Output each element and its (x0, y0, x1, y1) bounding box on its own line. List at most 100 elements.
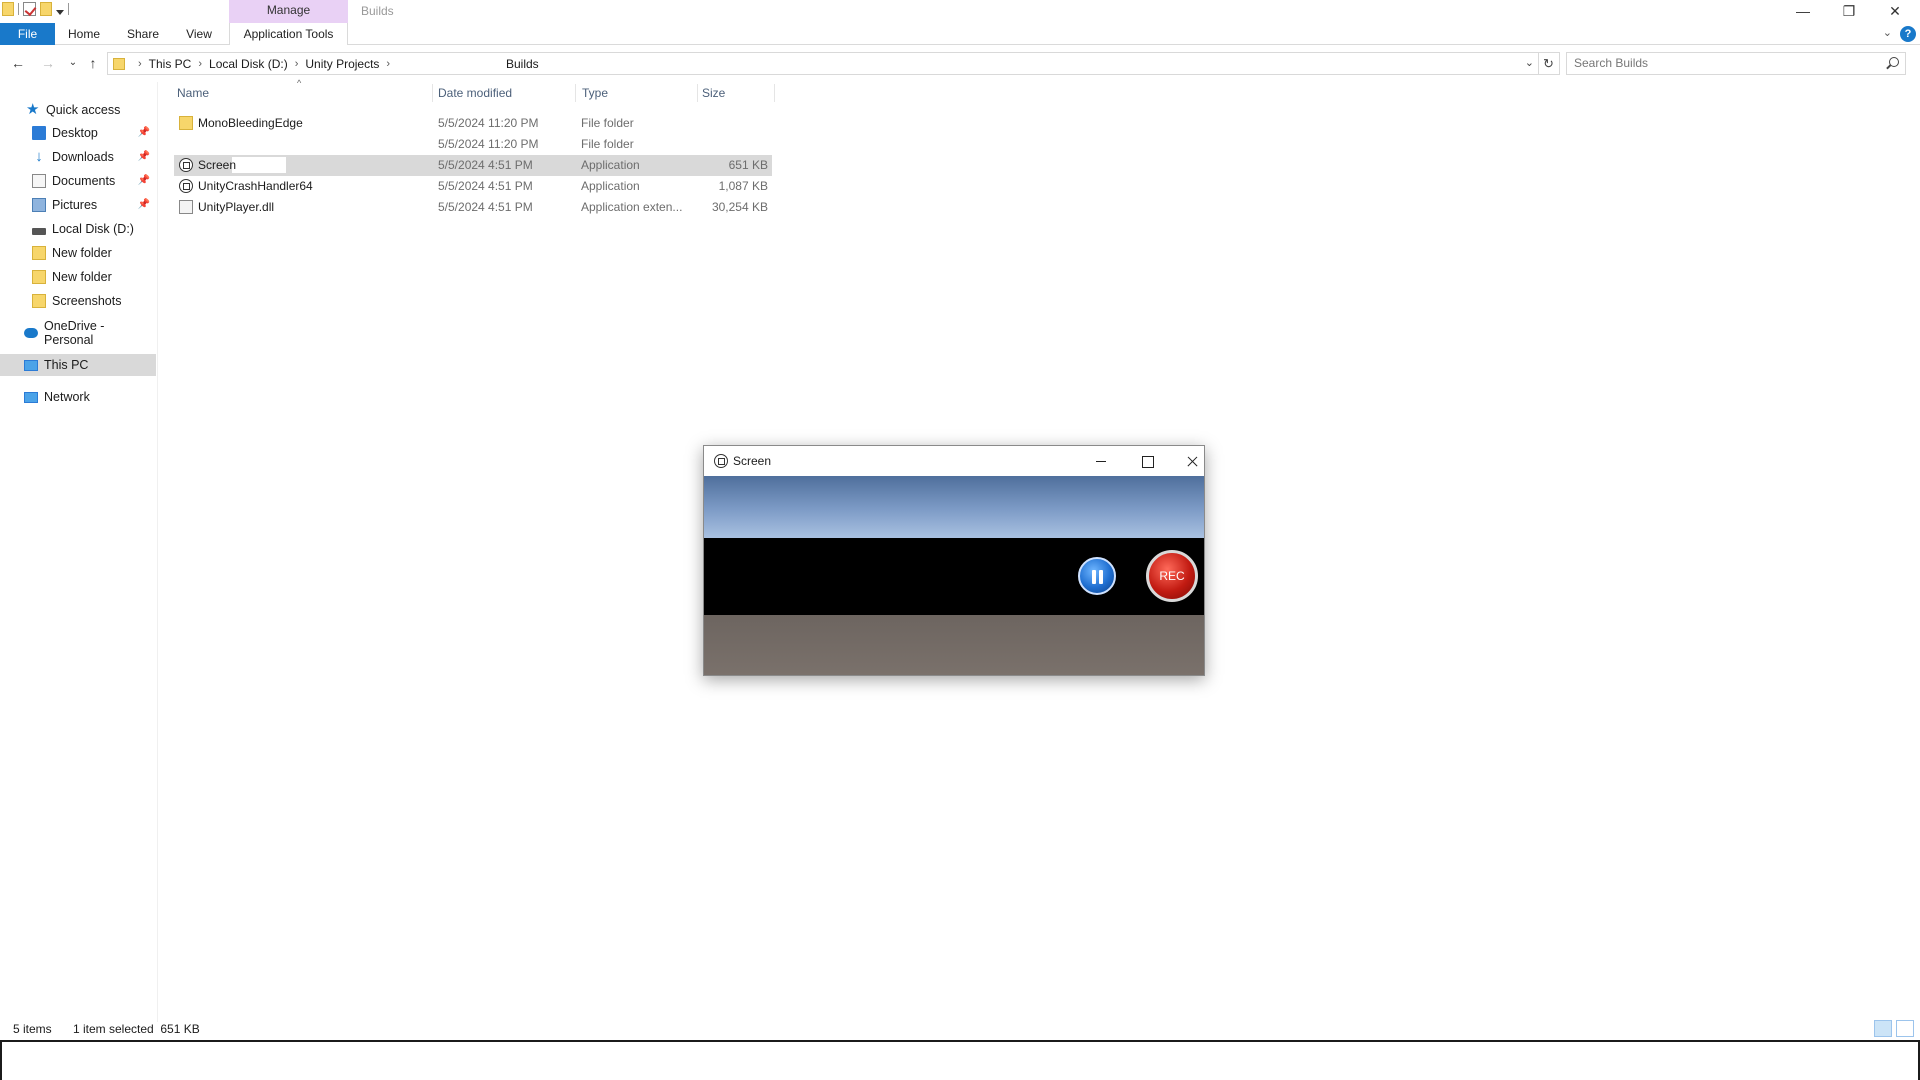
file-row[interactable]: UnityCrashHandler64 5/5/2024 4:51 PM App… (174, 176, 772, 197)
file-row[interactable]: 5/5/2024 11:20 PM File folder (174, 134, 772, 155)
customize-toolbar-arrow-icon[interactable] (56, 9, 64, 15)
desktop-icon (32, 126, 46, 140)
file-name: UnityPlayer.dll (198, 200, 275, 214)
pin-icon[interactable]: 📌 (138, 199, 150, 210)
up-arrow-icon[interactable]: ↑ (84, 53, 102, 73)
navigation-bar: ← → ⌄ ↑ › This PC › Local Disk (D:) › Un… (0, 50, 1920, 78)
file-size: 30,254 KB (711, 200, 768, 214)
dll-icon (179, 200, 193, 214)
game-sky (704, 476, 1204, 538)
sidebar-item-desktop[interactable]: Desktop 📌 (0, 122, 156, 144)
column-divider[interactable] (432, 84, 433, 102)
details-view-icon[interactable] (1874, 1020, 1892, 1037)
column-header-type[interactable]: Type (582, 86, 608, 100)
address-bar[interactable]: › This PC › Local Disk (D:) › Unity Proj… (107, 52, 1539, 75)
cloud-icon (24, 328, 38, 338)
file-date: 5/5/2024 11:20 PM (438, 137, 539, 151)
breadcrumb-separator: › (138, 57, 142, 70)
folder-icon (32, 270, 46, 284)
file-date: 5/5/2024 4:51 PM (438, 158, 533, 172)
tab-share[interactable]: Share (121, 23, 165, 45)
unity-minimize-button[interactable] (1086, 450, 1116, 472)
file-type: File folder (581, 137, 634, 151)
unity-close-button[interactable] (1177, 450, 1207, 472)
recording-panel (704, 538, 1204, 615)
unity-app-icon (714, 454, 728, 468)
tab-application-tools[interactable]: Application Tools (229, 23, 348, 45)
sidebar-item-label: Screenshots (52, 294, 122, 308)
back-arrow-icon[interactable]: ← (9, 53, 27, 73)
sidebar-item-label: OneDrive - Personal (44, 319, 105, 347)
sidebar-item-pictures[interactable]: Pictures 📌 (0, 194, 156, 216)
sidebar-item-label: Pictures (52, 198, 98, 212)
unity-player-window[interactable]: Screen REC (703, 445, 1205, 676)
refresh-icon[interactable]: ↻ (1538, 52, 1560, 75)
file-size: 1,087 KB (718, 179, 768, 193)
restore-button[interactable]: ❐ (1826, 0, 1872, 22)
address-dropdown-icon[interactable]: ⌄ (1525, 56, 1534, 69)
column-header-date[interactable]: Date modified (438, 86, 512, 100)
tab-home[interactable]: Home (62, 23, 106, 45)
sidebar-item-quick-access[interactable]: ★ Quick access (0, 99, 156, 121)
minimize-button[interactable]: — (1780, 0, 1826, 22)
breadcrumb-separator: › (386, 57, 391, 70)
sidebar-item-label: Downloads (52, 150, 114, 164)
sidebar-item-downloads[interactable]: ↓ Downloads 📌 (0, 146, 156, 168)
sidebar-item-this-pc[interactable]: This PC (0, 354, 156, 376)
separator (68, 3, 69, 15)
column-divider[interactable] (575, 84, 576, 102)
search-icon[interactable] (1889, 57, 1899, 67)
new-folder-icon[interactable] (40, 2, 52, 16)
tab-view[interactable]: View (178, 23, 220, 45)
help-icon[interactable]: ? (1900, 26, 1916, 42)
quick-access-toolbar (2, 2, 69, 16)
column-header-name[interactable]: Name (177, 86, 209, 100)
sidebar-item-local-disk[interactable]: Local Disk (D:) (0, 218, 156, 240)
close-button[interactable]: ✕ (1872, 0, 1918, 22)
file-row-selected[interactable]: Screen 5/5/2024 4:51 PM Application 651 … (174, 155, 772, 176)
file-type: Application (581, 158, 640, 172)
sidebar-item-new-folder-2[interactable]: New folder (0, 266, 156, 288)
pictures-icon (32, 198, 46, 212)
breadcrumb-builds[interactable]: Builds (506, 57, 539, 71)
sort-ascending-icon: ^ (297, 78, 302, 88)
star-icon: ★ (26, 101, 40, 118)
computer-icon (24, 359, 38, 371)
sidebar-item-documents[interactable]: Documents 📌 (0, 170, 156, 192)
navigation-pane: ★ Quick access Desktop 📌 ↓ Downloads 📌 D… (0, 82, 158, 1022)
column-header-size[interactable]: Size (702, 86, 725, 100)
file-row[interactable]: UnityPlayer.dll 5/5/2024 4:51 PM Applica… (174, 197, 772, 218)
pin-icon[interactable]: 📌 (138, 127, 150, 138)
folder-icon[interactable] (2, 2, 14, 16)
file-row[interactable]: MonoBleedingEdge 5/5/2024 11:20 PM File … (174, 113, 772, 134)
breadcrumb-local-disk[interactable]: Local Disk (D:) (209, 57, 288, 71)
search-input[interactable]: Search Builds (1566, 52, 1906, 75)
expand-ribbon-icon[interactable]: ⌄ (1883, 26, 1892, 39)
column-divider[interactable] (774, 84, 775, 102)
unity-title-bar[interactable]: Screen (704, 446, 1204, 476)
sidebar-item-label: Network (44, 390, 90, 404)
properties-icon[interactable] (23, 2, 36, 16)
pin-icon[interactable]: 📌 (138, 151, 150, 162)
sidebar-item-network[interactable]: Network (0, 386, 156, 408)
unity-maximize-button[interactable] (1132, 450, 1162, 472)
forward-arrow-icon[interactable]: → (39, 53, 57, 73)
large-icons-view-icon[interactable] (1896, 1020, 1914, 1037)
sidebar-item-label: New folder (52, 270, 112, 284)
breadcrumb-unity-projects[interactable]: Unity Projects (305, 57, 379, 71)
sidebar-item-screenshots[interactable]: Screenshots (0, 290, 156, 312)
column-divider[interactable] (697, 84, 698, 102)
file-type: Application (581, 179, 640, 193)
sidebar-item-onedrive[interactable]: OneDrive - Personal (0, 319, 156, 347)
rename-input[interactable] (232, 157, 286, 173)
title-bar: Manage Builds — ❐ ✕ (0, 0, 1920, 23)
breadcrumb-this-pc[interactable]: This PC (149, 57, 192, 71)
tab-file[interactable]: File (0, 23, 55, 45)
recent-locations-chevron-icon[interactable]: ⌄ (64, 53, 82, 73)
unity-app-icon (179, 158, 193, 172)
pin-icon[interactable]: 📌 (138, 175, 150, 186)
sidebar-item-new-folder[interactable]: New folder (0, 242, 156, 264)
pause-button[interactable] (1078, 557, 1116, 595)
manage-context-tab[interactable]: Manage (229, 0, 348, 23)
record-button[interactable]: REC (1146, 550, 1198, 602)
